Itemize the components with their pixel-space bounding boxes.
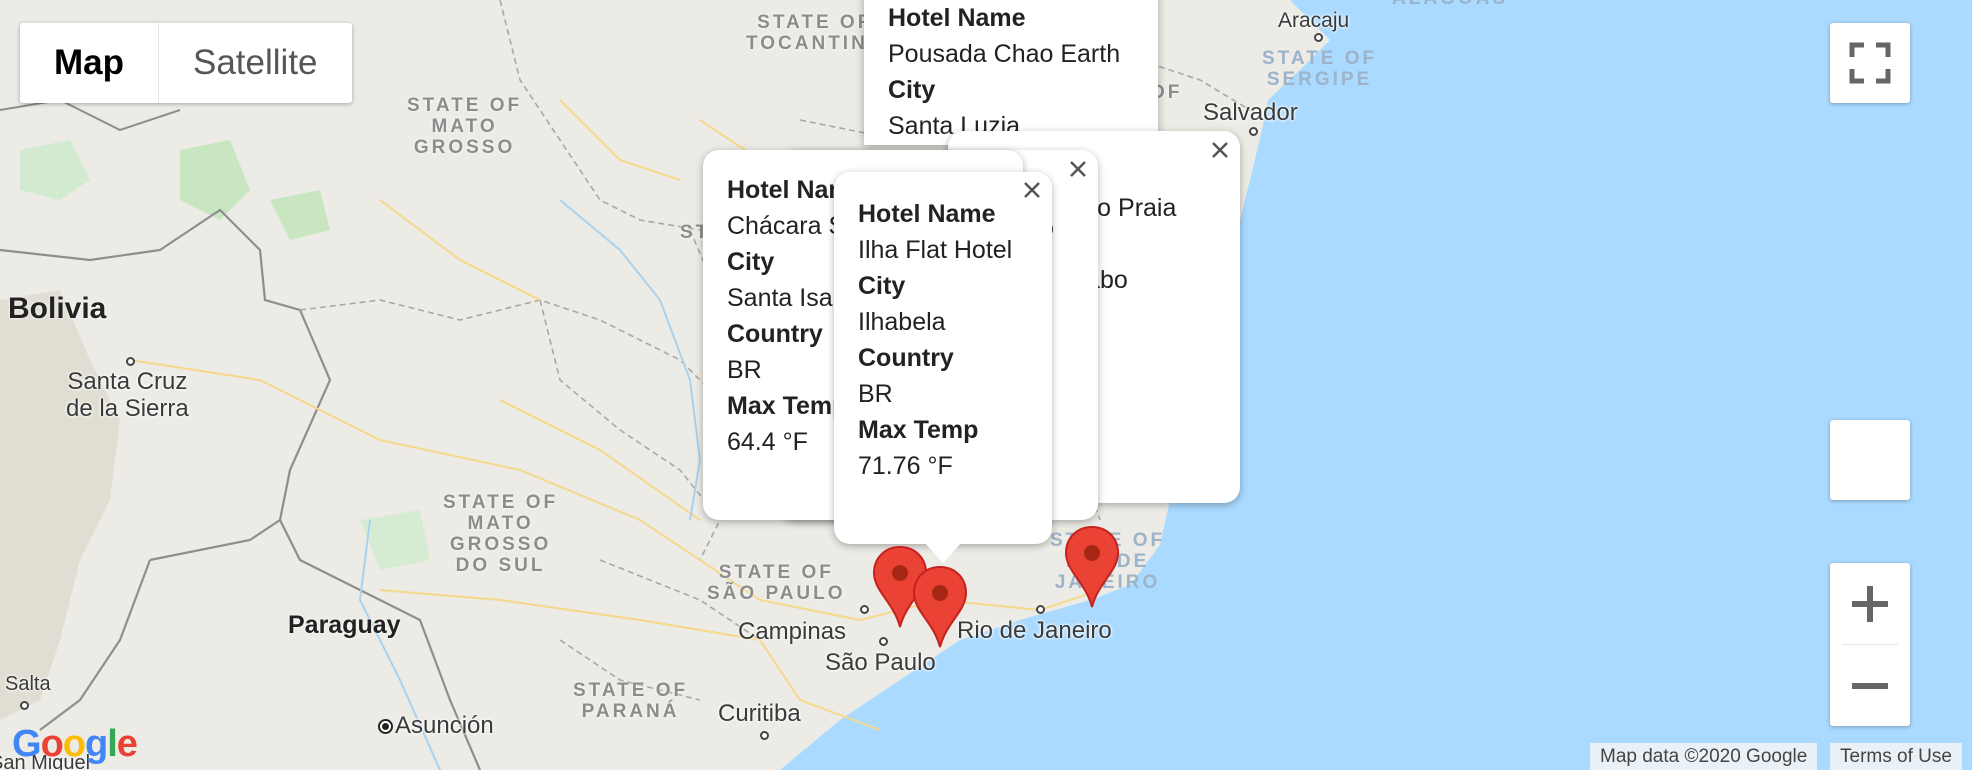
state-label-tocantins: STATE OF TOCANTINS <box>746 12 884 54</box>
fullscreen-button[interactable] <box>1830 23 1910 103</box>
city-dot-sao-paulo <box>879 637 888 646</box>
city-dot-aracaju <box>1314 33 1323 42</box>
info-window-ilha-flat: Hotel Name Ilha Flat Hotel City Ilhabela… <box>834 172 1052 544</box>
city-dot-curitiba <box>760 731 769 740</box>
city-label-curitiba: Curitiba <box>718 700 801 727</box>
city-dot-campinas <box>860 605 869 614</box>
city-label-salvador: Salvador <box>1203 99 1298 126</box>
city-label-rio-de-janeiro: Rio de Janeiro <box>957 617 1112 644</box>
fullscreen-icon <box>1849 42 1891 84</box>
minus-icon <box>1852 682 1888 689</box>
map-canvas[interactable]: STATE OF TOCANTINS STATE OF MATO GROSSO STA… <box>0 0 1972 770</box>
hotel-name-label: Hotel Name <box>888 4 1026 32</box>
city-dot-asuncion <box>382 723 389 730</box>
hotel-name-value: Ilha Flat Hotel <box>858 236 1013 264</box>
zoom-in-button[interactable] <box>1830 563 1910 644</box>
map-type-map-button[interactable]: Map <box>20 23 159 103</box>
close-icon[interactable] <box>1022 180 1042 200</box>
close-icon[interactable] <box>1068 159 1088 179</box>
hotel-name-value: Pousada Chao Earth <box>888 40 1121 68</box>
city-label-salta: Salta <box>5 673 51 695</box>
zoom-control <box>1830 563 1910 726</box>
city-label-santa-cruz: Santa Cruz de la Sierra <box>66 368 189 422</box>
map-data-attribution: Map data ©2020 Google <box>1590 743 1818 770</box>
street-view-control[interactable] <box>1830 420 1910 500</box>
marker-pin[interactable] <box>1064 525 1120 609</box>
city-label: City <box>858 272 906 300</box>
state-label-mato-grosso: STATE OF MATO GROSSO <box>407 95 523 158</box>
hotel-name-label: Hotel Name <box>858 200 996 228</box>
city-label: City <box>888 76 936 104</box>
info-window-pousada: Hotel Name Pousada Chao Earth City Santa… <box>864 0 1158 145</box>
city-label-sao-paulo: São Paulo <box>825 649 936 676</box>
city-label-aracaju: Aracaju <box>1278 9 1350 32</box>
max-temp-label: Max Temp <box>858 416 979 444</box>
city-dot-salta <box>20 701 29 710</box>
state-label-mato-grosso-do-sul: STATE OF MATO GROSSO DO SUL <box>443 492 559 576</box>
zoom-out-button[interactable] <box>1830 645 1910 726</box>
map-type-satellite-button[interactable]: Satellite <box>159 23 352 103</box>
country-label-bolivia: Bolivia <box>8 292 107 325</box>
city-dot-santa-cruz <box>126 357 135 366</box>
map-type-control: Map Satellite <box>20 23 352 103</box>
state-label-sergipe: STATE OF SERGIPE <box>1262 48 1378 90</box>
terms-of-use-link[interactable]: Terms of Use <box>1830 743 1962 770</box>
max-temp-value: 71.76 °F <box>858 452 953 480</box>
state-label-sao-paulo: STATE OF SÃO PAULO <box>707 562 846 604</box>
city-label-campinas: Campinas <box>738 618 847 645</box>
city-dot-salvador <box>1249 127 1258 136</box>
country-label-paraguay: Paraguay <box>288 611 401 639</box>
google-logo[interactable]: Google <box>12 723 138 766</box>
city-dot-rio <box>1036 605 1045 614</box>
state-label-parana: STATE OF PARANÁ <box>573 680 689 722</box>
city-label-asuncion: Asunción <box>395 712 494 739</box>
info-window-tail <box>925 543 961 563</box>
country-label: Country <box>858 344 954 372</box>
city-value: Ilhabela <box>858 308 946 336</box>
country-value: BR <box>858 380 893 408</box>
state-label-alagoas: ALAGOAS <box>1392 0 1508 9</box>
marker-pin[interactable] <box>912 565 968 649</box>
plus-icon <box>1852 585 1888 622</box>
close-icon[interactable] <box>1210 140 1230 160</box>
